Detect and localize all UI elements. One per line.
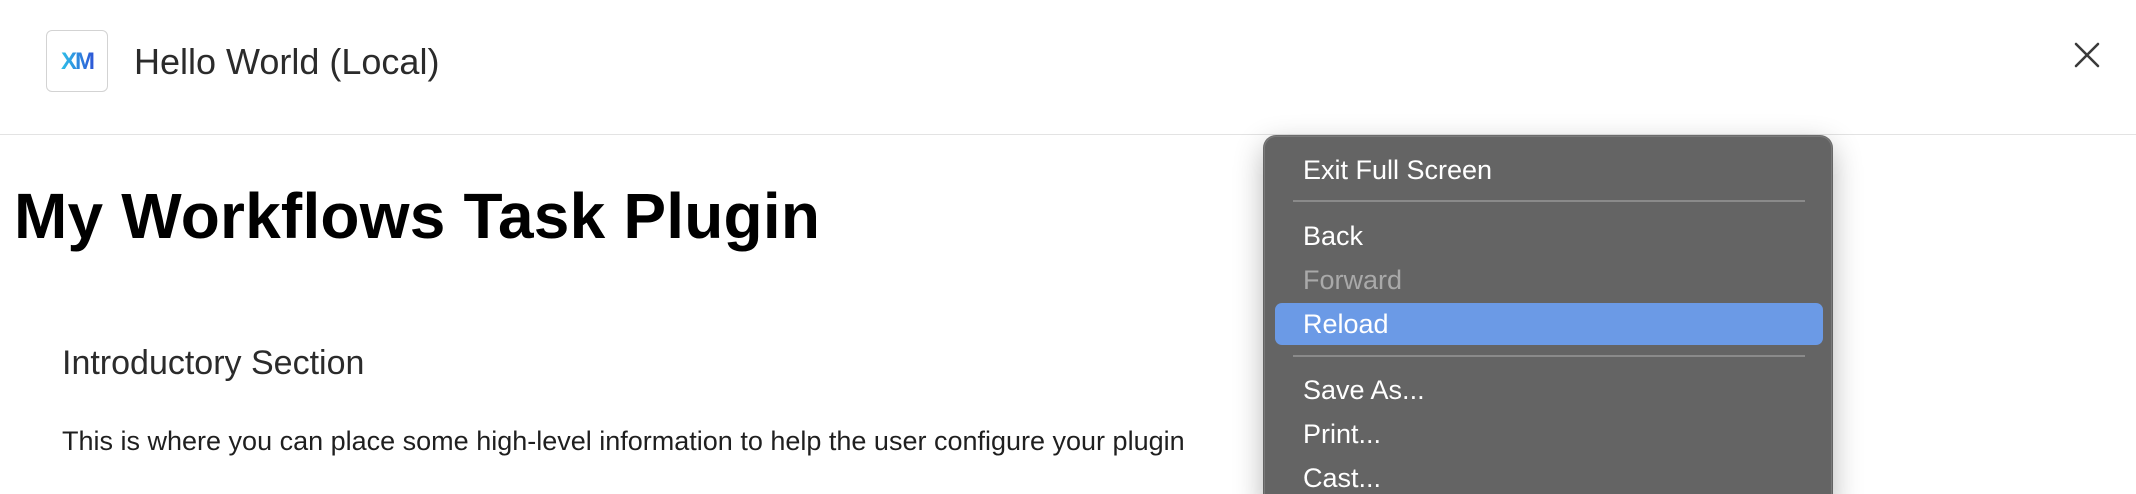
menu-separator xyxy=(1293,355,1805,357)
menu-separator xyxy=(1293,200,1805,202)
app-logo: XM xyxy=(46,30,108,92)
app-header: XM Hello World (Local) xyxy=(0,0,2136,135)
section-title: Introductory Section xyxy=(62,344,365,382)
menu-item-print[interactable]: Print... xyxy=(1275,413,1823,455)
menu-item-back[interactable]: Back xyxy=(1275,215,1823,257)
menu-item-exit-full-screen[interactable]: Exit Full Screen xyxy=(1275,149,1823,191)
page-heading: My Workflows Task Plugin xyxy=(14,180,821,252)
close-button[interactable] xyxy=(2068,36,2104,72)
plugin-window: XM Hello World (Local) My Workflows Task… xyxy=(0,0,2136,494)
menu-item-reload[interactable]: Reload xyxy=(1275,303,1823,345)
logo-text: XM xyxy=(61,48,94,74)
section-description: This is where you can place some high-le… xyxy=(62,426,1185,456)
menu-item-cast[interactable]: Cast... xyxy=(1275,457,1823,494)
context-menu: Exit Full Screen Back Forward Reload Sav… xyxy=(1264,136,1832,494)
xm-logo-icon: XM xyxy=(61,48,96,74)
menu-item-forward: Forward xyxy=(1303,265,1403,295)
app-title: Hello World (Local) xyxy=(134,41,440,82)
close-icon xyxy=(2074,42,2100,68)
menu-item-save-as[interactable]: Save As... xyxy=(1275,369,1823,411)
